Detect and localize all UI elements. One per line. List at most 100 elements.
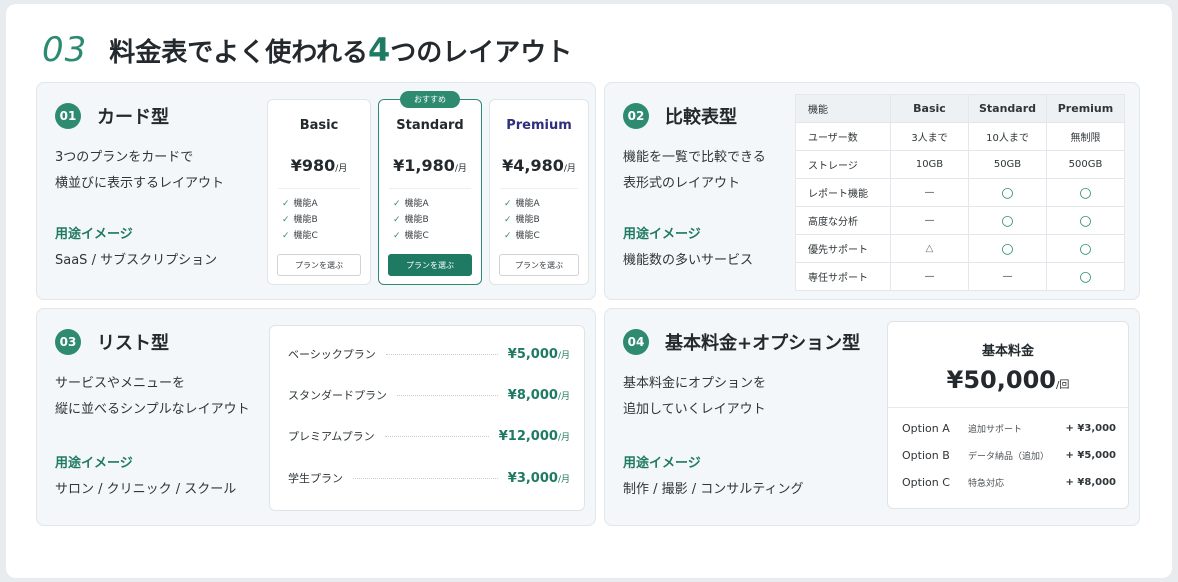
option-price: + ¥3,000 (1065, 423, 1116, 434)
item-name: プレミアムプラン (288, 430, 375, 443)
item-price: ¥8,000/月 (508, 388, 570, 403)
check-icon: ✓ (504, 215, 512, 225)
feature-list: ✓ 機能A ✓ 機能B ✓ 機能C (504, 196, 540, 244)
table-row: 高度な分析 — ○ ○ (795, 206, 1125, 235)
price-unit: /月 (335, 164, 348, 174)
panel-number-badge: 01 (55, 103, 81, 129)
check-icon: ✓ (393, 199, 401, 209)
option-price: + ¥8,000 (1065, 477, 1116, 488)
table-cell: ○ (1046, 206, 1125, 235)
list-item: スタンダードプラン ¥8,000/月 (288, 387, 570, 403)
panel-description: サービスやメニューを 縦に並べるシンプルなレイアウト (55, 371, 250, 423)
row-label: 高度な分析 (795, 206, 891, 235)
feature-label: 機能B (293, 215, 318, 225)
option-desc: 特急対応 (968, 479, 1005, 489)
list-item: プレミアムプラン ¥12,000/月 (288, 428, 570, 444)
table-row: ストレージ 10GB 50GB 500GB (795, 150, 1125, 179)
item-name: 学生プラン (288, 472, 343, 485)
recommend-badge: おすすめ (400, 91, 460, 108)
check-icon: ✓ (504, 231, 512, 241)
item-price: ¥5,000/月 (508, 347, 570, 362)
table-cell: △ (890, 234, 969, 263)
item-name: ベーシックプラン (288, 348, 376, 361)
option-name: Option A (902, 422, 950, 435)
item-name: スタンダードプラン (288, 389, 387, 402)
option-desc: 追加サポート (968, 425, 1023, 435)
usage-text: SaaS / サブスクリプション (55, 253, 218, 268)
divider (500, 188, 578, 189)
select-plan-button[interactable]: プランを選ぶ (499, 254, 579, 276)
check-icon: ✓ (393, 215, 401, 225)
table-cell: ○ (1046, 178, 1125, 207)
check-icon: ✓ (504, 199, 512, 209)
table-cell: ○ (968, 178, 1047, 207)
row-label: ストレージ (795, 150, 891, 179)
feature-label: 機能A (404, 199, 429, 209)
option-layout-panel: 04 基本料金+オプション型 基本料金にオプションを 追加していくレイアウト 用… (604, 308, 1140, 526)
table-cell: ○ (1046, 234, 1125, 263)
desc-line: 表形式のレイアウト (623, 176, 741, 191)
price-unit: /月 (557, 391, 570, 402)
plan-name: Premium (506, 118, 572, 133)
price-unit: /月 (557, 350, 570, 361)
table-cell: ○ (1046, 262, 1125, 291)
panel-title: 基本料金+オプション型 (665, 333, 861, 354)
plan-name: Standard (396, 118, 464, 133)
list-item: 学生プラン ¥3,000/月 (288, 470, 570, 486)
usage-label: 用途イメージ (55, 456, 133, 471)
table-cell: — (968, 262, 1047, 291)
feature-item: ✓ 機能A (393, 196, 429, 212)
price-unit: /回 (1055, 380, 1070, 391)
panel-header: 04 基本料金+オプション型 (623, 329, 860, 355)
select-plan-button[interactable]: プランを選ぶ (388, 254, 472, 276)
price-value: ¥3,000 (507, 470, 558, 486)
feature-item: ✓ 機能C (282, 228, 318, 244)
option-row: Option A 追加サポート + ¥3,000 (902, 422, 1116, 435)
panel-header: 03 リスト型 (55, 329, 169, 355)
price-value: ¥5,000 (507, 346, 558, 362)
plan-price: ¥1,980/月 (379, 156, 481, 175)
table-cell: 500GB (1046, 150, 1125, 179)
base-price: ¥50,000/回 (888, 366, 1128, 394)
column-header: Basic (890, 94, 969, 123)
option-name: Option B (902, 449, 950, 462)
usage-text: 制作 / 撮影 / コンサルティング (623, 482, 804, 497)
divider (278, 188, 360, 189)
plan-card-standard: おすすめ Standard ¥1,980/月 ✓ 機能A ✓ 機能B ✓ 機能C プラ… (378, 91, 482, 285)
feature-item: ✓ 機能B (393, 212, 429, 228)
desc-line: サービスやメニューを (55, 376, 186, 391)
card-layout-panel: 01 カード型 3つのプランをカードで 横並びに表示するレイアウト 用途イメージ… (36, 82, 596, 300)
table-cell: ○ (968, 234, 1047, 263)
feature-label: 機能A (515, 199, 540, 209)
price-value: ¥12,000 (498, 428, 558, 444)
feature-item: ✓ 機能A (504, 196, 540, 212)
option-price: + ¥5,000 (1065, 450, 1116, 461)
column-header: Premium (1046, 94, 1125, 123)
table-cell: 10GB (890, 150, 969, 179)
title-number: 4 (367, 31, 391, 69)
plan-price: ¥4,980/月 (490, 156, 588, 175)
item-price: ¥3,000/月 (508, 471, 570, 486)
table-cell: — (890, 262, 969, 291)
panel-description: 3つのプランをカードで 横並びに表示するレイアウト (55, 145, 224, 197)
price-list-card: ベーシックプラン ¥5,000/月 スタンダードプラン ¥8,000/月 プレミ… (269, 325, 585, 511)
page-header: 03 料金表でよく使われる4つのレイアウト (42, 30, 572, 70)
panel-number-badge: 02 (623, 103, 649, 129)
option-row: Option C 特急対応 + ¥8,000 (902, 476, 1116, 489)
option-desc: データ納品（追加） (968, 452, 1050, 462)
panel-number-badge: 03 (55, 329, 81, 355)
desc-line: 縦に並べるシンプルなレイアウト (55, 402, 250, 417)
desc-line: 基本料金にオプションを (623, 376, 767, 391)
panel-header: 01 カード型 (55, 103, 169, 129)
usage-label: 用途イメージ (623, 227, 701, 242)
price-unit: /月 (557, 432, 570, 443)
table-cell: ○ (968, 206, 1047, 235)
base-option-card: 基本料金 ¥50,000/回 Option A 追加サポート + ¥3,000 … (887, 321, 1129, 509)
panel-title: カード型 (97, 107, 169, 128)
price-value: ¥50,000 (946, 366, 1056, 394)
check-icon: ✓ (282, 215, 290, 225)
plan-name: Basic (299, 118, 339, 133)
feature-list: ✓ 機能A ✓ 機能B ✓ 機能C (393, 196, 429, 244)
dotted-leader (353, 477, 498, 479)
select-plan-button[interactable]: プランを選ぶ (277, 254, 361, 276)
